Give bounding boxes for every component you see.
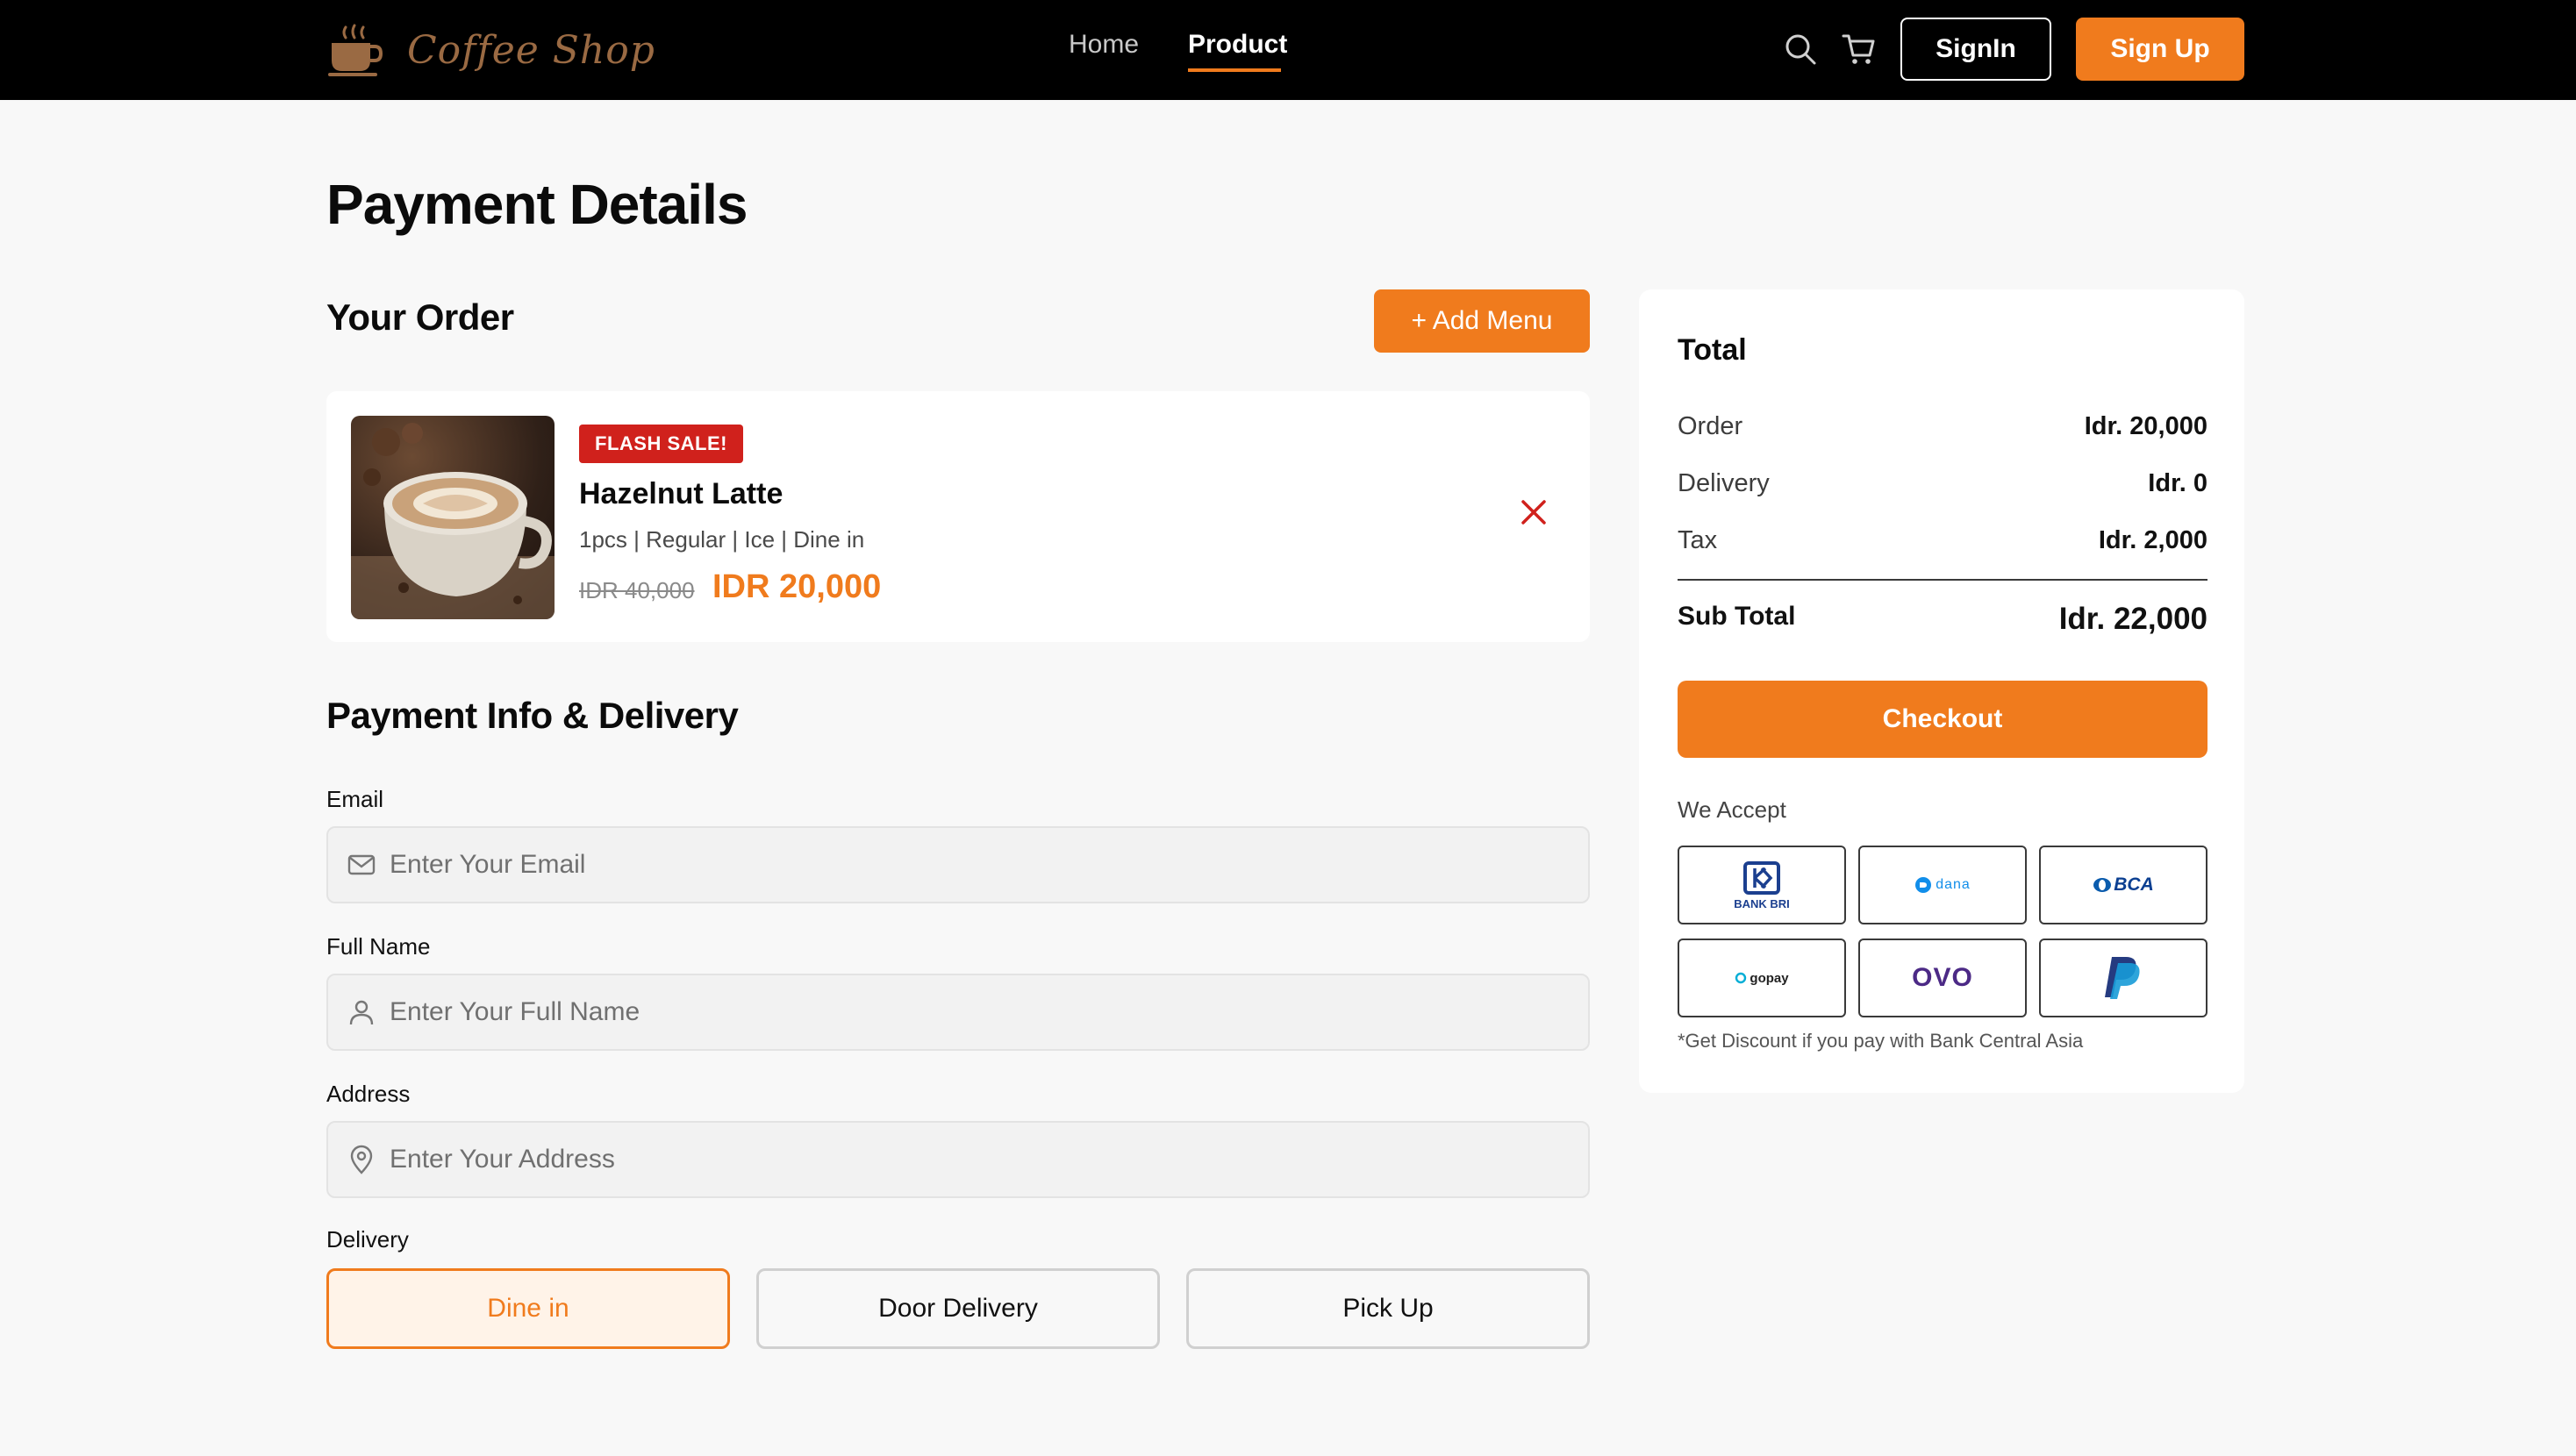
- bca-text: BCA: [2114, 874, 2154, 895]
- email-field[interactable]: [326, 826, 1590, 903]
- brand-name: Coffee Shop: [407, 27, 655, 73]
- total-row-label: Order: [1678, 412, 1743, 440]
- mail-icon: [347, 854, 376, 875]
- checkout-button[interactable]: Checkout: [1678, 681, 2207, 758]
- payment-method-bri[interactable]: BANK BRI: [1678, 846, 1846, 924]
- order-total-panel: Total Order Idr. 20,000 Delivery Idr. 0 …: [1639, 289, 2244, 1093]
- your-order-heading: Your Order: [326, 296, 514, 338]
- discount-note: *Get Discount if you pay with Bank Centr…: [1678, 1030, 2084, 1052]
- subtotal-value: Idr. 22,000: [2058, 602, 2207, 636]
- location-pin-icon: [350, 1145, 373, 1174]
- signup-button[interactable]: Sign Up: [2076, 18, 2244, 81]
- search-icon[interactable]: [1783, 32, 1818, 67]
- full-name-field[interactable]: [326, 974, 1590, 1051]
- nav-link-home[interactable]: Home: [1069, 30, 1139, 60]
- total-row-order: Order Idr. 20,000: [1678, 412, 2207, 441]
- original-price: IDR 40,000: [579, 577, 695, 603]
- total-row-delivery: Delivery Idr. 0: [1678, 469, 2207, 498]
- full-name-input[interactable]: [390, 997, 1565, 1027]
- gopay-logo-icon: [1735, 972, 1747, 984]
- delivery-label: Delivery: [326, 1226, 409, 1253]
- gopay-text: gopay: [1750, 970, 1789, 986]
- bca-logo-icon: [2093, 878, 2112, 892]
- total-row-value: Idr. 2,000: [2098, 526, 2207, 554]
- total-row-tax: Tax Idr. 2,000: [1678, 526, 2207, 555]
- sale-price: IDR 20,000: [712, 568, 882, 605]
- bank-bri-logo-icon: [1743, 860, 1780, 895]
- payment-info-heading: Payment Info & Delivery: [326, 695, 739, 736]
- product-detail: 1pcs | Regular | Ice | Dine in: [579, 526, 865, 553]
- payment-method-paypal[interactable]: [2039, 939, 2207, 1017]
- email-input[interactable]: [390, 850, 1565, 880]
- subtotal-row: Sub Total Idr. 22,000: [1678, 602, 2207, 637]
- total-row-value: Idr. 0: [2148, 469, 2207, 497]
- remove-item-icon[interactable]: [1520, 498, 1548, 526]
- payment-method-bca[interactable]: BCA: [2039, 846, 2207, 924]
- brand-logo[interactable]: Coffee Shop: [326, 19, 655, 81]
- coffee-cup-icon: [328, 24, 383, 76]
- payment-method-ovo[interactable]: OVO: [1858, 939, 2027, 1017]
- latte-cup-illustration: [351, 423, 555, 619]
- full-name-label: Full Name: [326, 933, 431, 960]
- address-label: Address: [326, 1081, 411, 1107]
- signin-button[interactable]: SignIn: [1900, 18, 2051, 81]
- add-menu-button[interactable]: + Add Menu: [1374, 289, 1590, 353]
- navbar: Coffee Shop Home Product SignIn Sign Up: [0, 0, 2576, 100]
- product-image: [351, 416, 555, 619]
- address-input[interactable]: [390, 1145, 1565, 1174]
- delivery-option-door-delivery[interactable]: Door Delivery: [756, 1268, 1160, 1349]
- total-divider: [1678, 579, 2207, 581]
- email-label: Email: [326, 786, 384, 812]
- page-title: Payment Details: [326, 173, 748, 236]
- delivery-option-dine-in[interactable]: Dine in: [326, 1268, 730, 1349]
- subtotal-label: Sub Total: [1678, 602, 1796, 631]
- flash-sale-badge: FLASH SALE!: [579, 425, 743, 463]
- payment-method-dana[interactable]: DANA: [1858, 846, 2027, 924]
- cart-icon[interactable]: [1841, 32, 1876, 67]
- user-icon: [349, 1000, 374, 1025]
- product-name: Hazelnut Latte: [579, 477, 784, 510]
- we-accept-label: We Accept: [1678, 796, 1786, 823]
- total-row-value: Idr. 20,000: [2084, 412, 2207, 440]
- address-field[interactable]: [326, 1121, 1590, 1198]
- active-nav-underline: [1188, 68, 1281, 72]
- dana-text: DANA: [1936, 877, 1971, 892]
- total-row-label: Delivery: [1678, 469, 1770, 497]
- nav-link-product[interactable]: Product: [1188, 30, 1287, 60]
- bank-bri-text: BANK BRI: [1734, 896, 1790, 910]
- total-heading: Total: [1678, 333, 1747, 367]
- total-row-label: Tax: [1678, 526, 1718, 554]
- payment-method-gopay[interactable]: gopay: [1678, 939, 1846, 1017]
- ovo-text: OVO: [1912, 963, 1973, 992]
- delivery-option-pick-up[interactable]: Pick Up: [1186, 1268, 1590, 1349]
- paypal-logo-icon: [2105, 957, 2140, 999]
- dana-logo-icon: [1915, 877, 1932, 893]
- order-item-card: FLASH SALE! Hazelnut Latte 1pcs | Regula…: [326, 391, 1590, 642]
